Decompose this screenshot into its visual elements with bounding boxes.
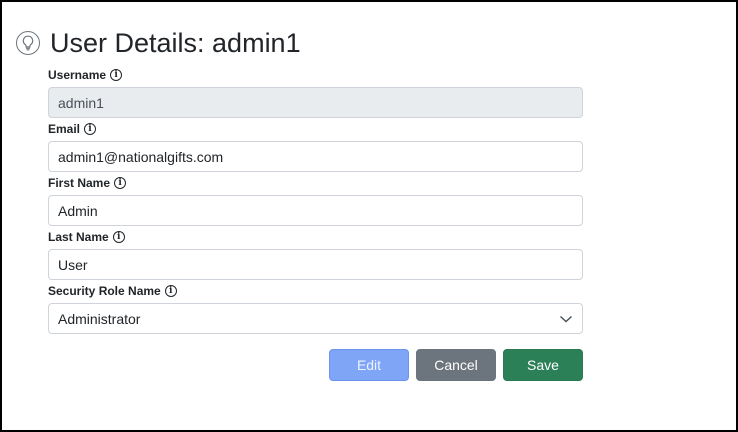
security-role-label-row: Security Role Name i <box>48 283 583 299</box>
username-input[interactable]: admin1 <box>48 87 583 118</box>
info-icon[interactable]: i <box>84 123 97 135</box>
last-name-label: Last Name <box>48 230 109 244</box>
save-button[interactable]: Save <box>503 349 583 381</box>
page-header: User Details: admin1 <box>16 28 301 58</box>
username-value: admin1 <box>58 94 104 111</box>
first-name-field-group: First Name i Admin <box>48 175 583 226</box>
info-icon[interactable]: i <box>112 231 125 243</box>
first-name-value: Admin <box>58 202 98 219</box>
last-name-field-group: Last Name i User <box>48 229 583 280</box>
first-name-label: First Name <box>48 176 111 190</box>
info-icon[interactable]: i <box>110 69 123 81</box>
last-name-input[interactable]: User <box>48 249 583 280</box>
security-role-label: Security Role Name <box>48 284 161 298</box>
email-field-group: Email i admin1@nationalgifts.com <box>48 121 583 172</box>
email-label-row: Email i <box>48 121 583 137</box>
lightbulb-icon <box>16 31 40 55</box>
security-role-field-group: Security Role Name i Administrator <box>48 283 583 334</box>
email-value: admin1@nationalgifts.com <box>58 148 224 165</box>
security-role-select[interactable]: Administrator <box>48 303 583 334</box>
username-label: Username <box>48 68 107 82</box>
first-name-input[interactable]: Admin <box>48 195 583 226</box>
first-name-label-row: First Name i <box>48 175 583 191</box>
chevron-down-icon <box>560 315 572 322</box>
info-icon[interactable]: i <box>164 285 177 297</box>
info-icon[interactable]: i <box>114 177 127 189</box>
cancel-button[interactable]: Cancel <box>416 349 496 381</box>
email-label: Email <box>48 122 81 136</box>
edit-button[interactable]: Edit <box>329 349 409 381</box>
security-role-value: Administrator <box>58 310 141 327</box>
username-field-group: Username i admin1 <box>48 67 583 118</box>
username-label-row: Username i <box>48 67 583 83</box>
last-name-value: User <box>58 256 88 273</box>
last-name-label-row: Last Name i <box>48 229 583 245</box>
user-details-panel: User Details: admin1 Username i admin1 E… <box>0 0 738 432</box>
page-title: User Details: admin1 <box>50 28 301 58</box>
email-input[interactable]: admin1@nationalgifts.com <box>48 141 583 172</box>
